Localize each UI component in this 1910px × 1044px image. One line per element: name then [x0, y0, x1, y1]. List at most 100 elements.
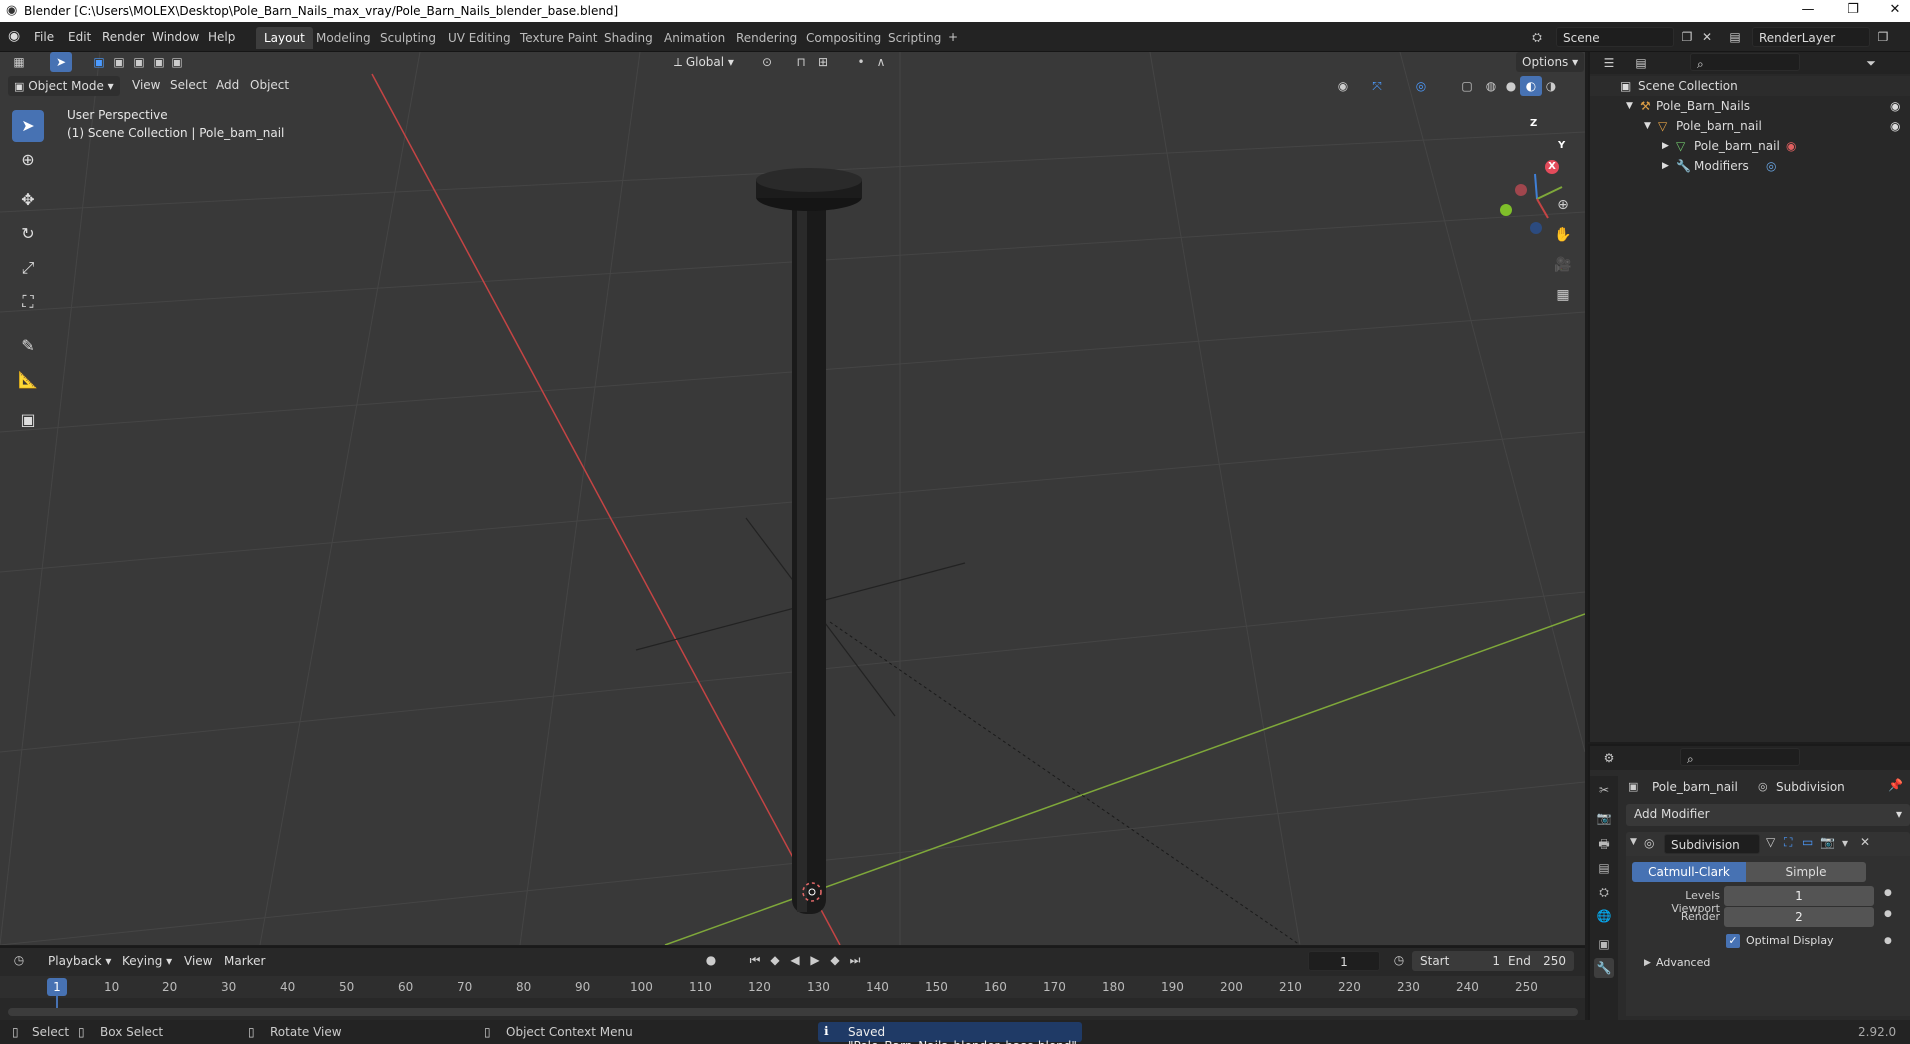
select-box-tool-icon[interactable]: ➤ — [12, 110, 44, 142]
status-report[interactable]: ℹ Saved "Pole_Barn_Nails_blender_base.bl… — [818, 1022, 1082, 1044]
advanced-expand-icon[interactable]: ▶ — [1644, 958, 1651, 968]
prev-keyframe-icon[interactable]: ◆ — [764, 950, 786, 970]
outliner-row-object[interactable]: ▼ ▽ Pole_barn_nail ◉ — [1590, 116, 1910, 136]
timeline-scrollbar[interactable] — [8, 1008, 1578, 1016]
select-mode-subtract-icon[interactable]: ▣ — [128, 52, 150, 72]
expand-arrow-icon[interactable]: ▼ — [1626, 101, 1633, 111]
output-tab-icon[interactable]: 🖶 — [1594, 834, 1614, 854]
close-window-button[interactable]: ✕ — [1880, 2, 1910, 17]
stopwatch-icon[interactable]: ◷ — [1388, 950, 1410, 970]
select-tool-icon[interactable]: ➤ — [50, 52, 72, 72]
levels-viewport-field[interactable]: 1 — [1724, 886, 1874, 906]
expand-arrow-icon[interactable]: ▶ — [1662, 141, 1669, 151]
filter-icon[interactable]: ⏷ — [1860, 53, 1882, 73]
zoom-icon[interactable]: ⊕ — [1550, 192, 1576, 218]
end-frame-field[interactable]: End 250 — [1500, 951, 1574, 971]
timeline-menu-playback[interactable]: Playback ▾ — [48, 954, 111, 968]
add-workspace-icon[interactable]: + — [942, 27, 964, 47]
move-tool-icon[interactable]: ✥ — [12, 184, 44, 216]
modifier-name-input[interactable]: Subdivision — [1664, 834, 1760, 854]
xray-icon[interactable]: ▢ — [1456, 76, 1478, 96]
start-frame-field[interactable]: Start 1 — [1412, 951, 1508, 971]
options-dropdown[interactable]: Options ▾ — [1516, 52, 1585, 72]
new-view-layer-icon[interactable]: ❐ — [1872, 27, 1894, 47]
keyframe-dot-icon[interactable]: ● — [1884, 888, 1892, 898]
rotate-tool-icon[interactable]: ↻ — [12, 218, 44, 250]
tab-layout[interactable]: Layout — [256, 27, 313, 49]
playhead[interactable]: 1 — [47, 978, 67, 996]
edit-mode-toggle-icon[interactable]: ▽ — [1766, 835, 1775, 849]
gizmo-z-label[interactable]: Z — [1530, 118, 1537, 129]
tab-modeling[interactable]: Modeling — [308, 27, 379, 49]
view-layer-tab-icon[interactable]: ▤ — [1594, 858, 1614, 878]
falloff-icon[interactable]: ∧ — [870, 52, 892, 72]
eye-icon[interactable]: ◉ — [1890, 99, 1900, 113]
viewport-display-toggle-icon[interactable]: ▭ — [1802, 835, 1813, 849]
pivot-point-icon[interactable]: ⊙ — [756, 52, 778, 72]
tab-rendering[interactable]: Rendering — [728, 27, 805, 49]
outliner-editor-type-icon[interactable]: ☰ — [1598, 53, 1620, 73]
remove-scene-icon[interactable]: ✕ — [1696, 27, 1718, 47]
tab-uv-editing[interactable]: UV Editing — [440, 27, 519, 49]
add-modifier-dropdown[interactable]: Add Modifier ▾ — [1626, 804, 1910, 826]
expand-arrow-icon[interactable]: ▼ — [1644, 121, 1651, 131]
minimize-button[interactable]: — — [1793, 2, 1823, 17]
catmull-clark-button[interactable]: Catmull-Clark — [1632, 862, 1746, 882]
properties-editor-type-icon[interactable]: ⚙ — [1598, 748, 1620, 768]
select-mode-extend-icon[interactable]: ▣ — [108, 52, 130, 72]
transform-tool-icon[interactable]: ⛶ — [12, 286, 44, 318]
annotate-tool-icon[interactable]: ✎ — [12, 330, 44, 362]
new-scene-icon[interactable]: ❐ — [1676, 27, 1698, 47]
measure-tool-icon[interactable]: 📐 — [12, 364, 44, 396]
ortho-toggle-icon[interactable]: ▦ — [1550, 282, 1576, 308]
3d-viewport[interactable]: ▦ ➤ ▣ ▣ ▣ ▣ ▣ ⟂ Global ▾ ⊙ ⊓ ⊞ • ∧ Optio… — [0, 52, 1585, 945]
current-frame-field[interactable]: 1 — [1308, 951, 1380, 971]
simple-button[interactable]: Simple — [1746, 862, 1866, 882]
modifier-menu-icon[interactable]: ▾ — [1842, 836, 1848, 850]
timeline-menu-view[interactable]: View — [184, 954, 212, 968]
object-tab-icon[interactable]: ▣ — [1594, 934, 1614, 954]
snap-target-icon[interactable]: ⊞ — [812, 52, 834, 72]
scale-tool-icon[interactable]: ⤢ — [12, 252, 44, 284]
restore-button[interactable]: ❐ — [1838, 2, 1868, 17]
tab-shading[interactable]: Shading — [596, 27, 661, 49]
menu-file[interactable]: File — [34, 30, 54, 44]
modifier-tab-icon[interactable]: 🔧 — [1594, 958, 1614, 978]
camera-view-icon[interactable]: 🎥 — [1550, 252, 1576, 278]
tool-tab-icon[interactable]: ✂ — [1594, 780, 1614, 800]
gizmo-x-label[interactable]: X — [1545, 160, 1559, 174]
viewport-menu-view[interactable]: View — [132, 78, 160, 92]
viewport-menu-add[interactable]: Add — [216, 78, 239, 92]
outliner-search-input[interactable]: ⌕ — [1690, 53, 1800, 71]
record-keyframe-icon[interactable]: ● — [700, 950, 722, 970]
tab-animation[interactable]: Animation — [656, 27, 733, 49]
proportional-edit-icon[interactable]: • — [850, 52, 872, 72]
pan-hand-icon[interactable]: ✋ — [1550, 222, 1576, 248]
menu-help[interactable]: Help — [208, 30, 235, 44]
scene-tab-icon[interactable]: ⛭ — [1594, 882, 1614, 902]
jump-start-icon[interactable]: ⏮ — [744, 950, 766, 970]
view-layer-field[interactable]: RenderLayer — [1752, 27, 1870, 47]
view-layer-icon[interactable]: ▤ — [1724, 27, 1746, 47]
wireframe-shading-icon[interactable]: ◍ — [1480, 76, 1502, 96]
outliner-row-mesh[interactable]: ▶ ▽ Pole_barn_nail ◉ — [1590, 136, 1910, 156]
scene-icon[interactable]: ⛭ — [1526, 27, 1548, 47]
cursor-tool-icon[interactable]: ⊕ — [12, 144, 44, 176]
cage-toggle-icon[interactable]: ⛶ — [1784, 835, 1792, 850]
keyframe-dot-icon[interactable]: ● — [1884, 936, 1892, 946]
menu-edit[interactable]: Edit — [68, 30, 91, 44]
visibility-icon[interactable]: ◉ — [1332, 76, 1354, 96]
select-mode-new-icon[interactable]: ▣ — [88, 52, 110, 72]
keyframe-dot-icon[interactable]: ● — [1884, 909, 1892, 919]
menu-render[interactable]: Render — [102, 30, 145, 44]
blender-menu-icon[interactable]: ◉ — [8, 28, 20, 44]
display-mode-icon[interactable]: ▤ — [1630, 53, 1652, 73]
editor-type-icon[interactable]: ▦ — [8, 52, 30, 72]
collapse-arrow-icon[interactable]: ▼ — [1630, 837, 1637, 847]
optimal-display-checkbox[interactable]: ✓ — [1726, 934, 1740, 948]
scene-field[interactable]: Scene — [1556, 27, 1674, 47]
timeline-editor-type-icon[interactable]: ◷ — [8, 950, 30, 970]
pin-icon[interactable]: 📌 — [1888, 778, 1903, 792]
properties-search-input[interactable]: ⌕ — [1680, 748, 1800, 766]
snap-icon[interactable]: ⊓ — [790, 52, 812, 72]
